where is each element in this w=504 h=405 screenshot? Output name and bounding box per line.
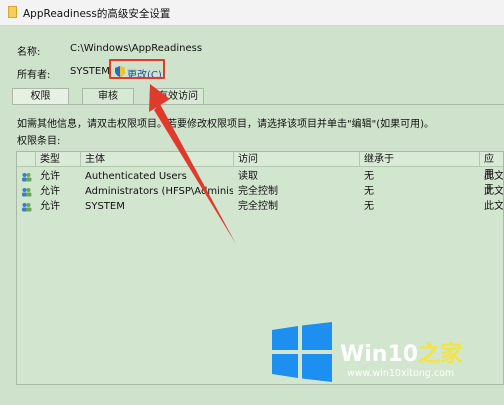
tab-effective-access[interactable]: 有效访问 bbox=[152, 88, 204, 104]
cell-applies-to: 此文件 bbox=[484, 201, 503, 212]
owner-value: SYSTEM bbox=[70, 66, 110, 77]
header-access[interactable]: 访问 bbox=[234, 152, 360, 167]
owner-label: 所有者: bbox=[17, 70, 51, 81]
cell-inherited-from: 无 bbox=[364, 171, 374, 182]
header-inherited-from[interactable]: 继承于 bbox=[360, 152, 480, 167]
users-icon bbox=[22, 203, 32, 212]
entries-label: 权限条目: bbox=[17, 136, 61, 147]
cell-applies-to: 此文件 bbox=[484, 171, 503, 182]
header-icon-col bbox=[17, 152, 36, 167]
watermark-brand-accent: 之家 bbox=[418, 342, 463, 367]
cell-principal: Administrators (HFSP\Administra... bbox=[85, 186, 233, 197]
cell-inherited-from: 无 bbox=[364, 201, 374, 212]
cell-applies-to: 此文件 bbox=[484, 186, 503, 197]
table-row[interactable]: 允许 SYSTEM 完全控制 无 此文件 bbox=[17, 199, 503, 214]
tab-divider bbox=[12, 104, 504, 105]
cell-access: 读取 bbox=[238, 171, 258, 182]
header-applies-to[interactable]: 应用于 bbox=[480, 152, 503, 195]
folder-icon bbox=[8, 6, 17, 18]
cell-type: 允许 bbox=[40, 201, 60, 212]
watermark-brand-main: Win10 bbox=[340, 342, 419, 367]
header-type[interactable]: 类型 bbox=[36, 152, 81, 167]
cell-inherited-from: 无 bbox=[364, 186, 374, 197]
info-text: 如需其他信息，请双击权限项目。若要修改权限项目，请选择该项目并单击"编辑"(如果… bbox=[17, 119, 435, 130]
title-bar: AppReadiness的高级安全设置 bbox=[0, 0, 504, 26]
name-label: 名称: bbox=[17, 47, 41, 58]
highlight-box bbox=[109, 59, 165, 79]
tab-permissions[interactable]: 权限 bbox=[12, 88, 69, 105]
header-principal[interactable]: 主体 bbox=[81, 152, 234, 167]
name-value: C:\Windows\AppReadiness bbox=[70, 43, 203, 54]
windows-logo-icon bbox=[272, 322, 332, 382]
window-title: AppReadiness的高级安全设置 bbox=[23, 8, 171, 20]
cell-access: 完全控制 bbox=[238, 201, 278, 212]
cell-principal: Authenticated Users bbox=[85, 171, 187, 182]
cell-principal: SYSTEM bbox=[85, 201, 125, 212]
watermark-brand: Win10之家 bbox=[340, 336, 462, 368]
users-icon bbox=[22, 173, 32, 182]
cell-access: 完全控制 bbox=[238, 186, 278, 197]
cell-type: 允许 bbox=[40, 186, 60, 197]
watermark-url: www.win10xitong.com bbox=[347, 368, 455, 379]
users-icon bbox=[22, 188, 32, 197]
table-row[interactable]: 允许 Authenticated Users 读取 无 此文件 bbox=[17, 169, 503, 184]
cell-type: 允许 bbox=[40, 171, 60, 182]
table-row[interactable]: 允许 Administrators (HFSP\Administra... 完全… bbox=[17, 184, 503, 199]
tab-auditing[interactable]: 审核 bbox=[82, 88, 134, 104]
